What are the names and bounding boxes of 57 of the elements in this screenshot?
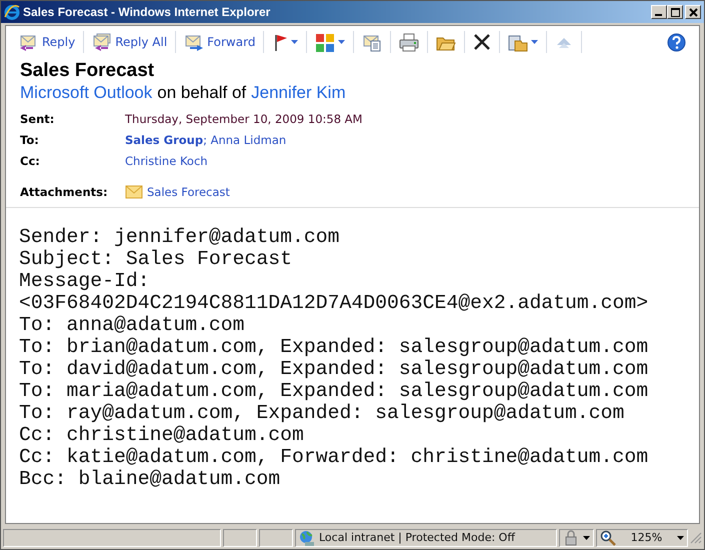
security-button[interactable] (559, 528, 594, 546)
envelope-arrow-icon (92, 32, 112, 52)
field-label: To: (20, 133, 40, 147)
message-line: Message-Id: (19, 270, 151, 292)
caret-icon (676, 536, 684, 540)
envelope-icon (125, 185, 143, 199)
close-icon (688, 8, 698, 16)
caret-icon (583, 536, 590, 540)
sender-link[interactable]: Microsoft Outlook (20, 83, 152, 103)
message-line: Sender: jennifer@adatum.com (19, 226, 341, 248)
message-subject: Sales Forecast (20, 60, 156, 82)
zoom-button[interactable]: 125% (596, 528, 688, 546)
attachment-link[interactable]: Sales Forecast (147, 185, 230, 199)
caret-icon (338, 40, 346, 44)
message-line: Cc: katie@adatum.com, Forwarded: christine@adatum.com (19, 446, 650, 468)
close-button[interactable] (685, 5, 701, 19)
message-line: Bcc: blaine@adatum.com (19, 468, 282, 490)
help-icon (667, 32, 686, 52)
recipient-link[interactable]: Sales Group; Anna Lidman (125, 133, 286, 147)
status-panel (259, 528, 293, 546)
maximize-icon (670, 8, 680, 16)
toolbar-button[interactable]: Reply (14, 29, 80, 55)
field-label: Cc: (20, 154, 41, 168)
message-line: To: anna@adatum.com (19, 314, 246, 336)
status-panel (223, 528, 257, 546)
recipient-link[interactable]: Christine Koch (125, 154, 208, 168)
categories-icon (315, 32, 336, 52)
window-title: Sales Forecast - Windows Internet Explorer (23, 5, 272, 19)
lock-icon (563, 530, 579, 546)
field-label: Sent: (20, 112, 56, 126)
message-line: Cc: christine@adatum.com (19, 424, 305, 446)
minimize-button[interactable] (651, 5, 667, 19)
magnifier-icon (600, 530, 616, 546)
message-line: <03F68402D4C2194C8811DA12D7A4D0063CE4@ex2.adatum.com> (19, 292, 650, 314)
sender-link[interactable]: Jennifer Kim (251, 83, 346, 103)
field-value: Thursday, September 10, 2009 10:58 AM (125, 112, 362, 126)
resize-grip-icon (690, 532, 702, 544)
on-behalf-text: on behalf of (157, 83, 246, 103)
caret-icon (291, 40, 298, 44)
message-line: To: brian@adatum.com, Expanded: salesgroup@adatum.com (19, 336, 650, 358)
globe-icon (299, 530, 315, 546)
message-line: To: ray@adatum.com, Expanded: salesgroup@adatum.com (19, 402, 626, 424)
field-label: Attachments: (20, 185, 109, 199)
zone-text: Local intranet | Protected Mode: Off (319, 531, 515, 544)
message-line: Subject: Sales Forecast (19, 248, 294, 270)
maximize-button[interactable] (667, 5, 683, 19)
message-line: To: david@adatum.com, Expanded: salesgroup@adatum.com (19, 358, 650, 380)
message-line: To: maria@adatum.com, Expanded: salesgroup@adatum.com (19, 380, 650, 402)
toolbar-button[interactable]: Reply All (87, 29, 172, 55)
move-to-folder-icon (508, 32, 528, 52)
caret-icon (531, 40, 538, 44)
envelope-list-icon (362, 32, 382, 52)
toolbar-button[interactable]: Forward (179, 29, 260, 55)
browser-logo-icon (4, 4, 20, 20)
print-icon (399, 32, 420, 52)
delete-icon (473, 32, 492, 52)
envelope-arrow-icon (184, 32, 204, 52)
